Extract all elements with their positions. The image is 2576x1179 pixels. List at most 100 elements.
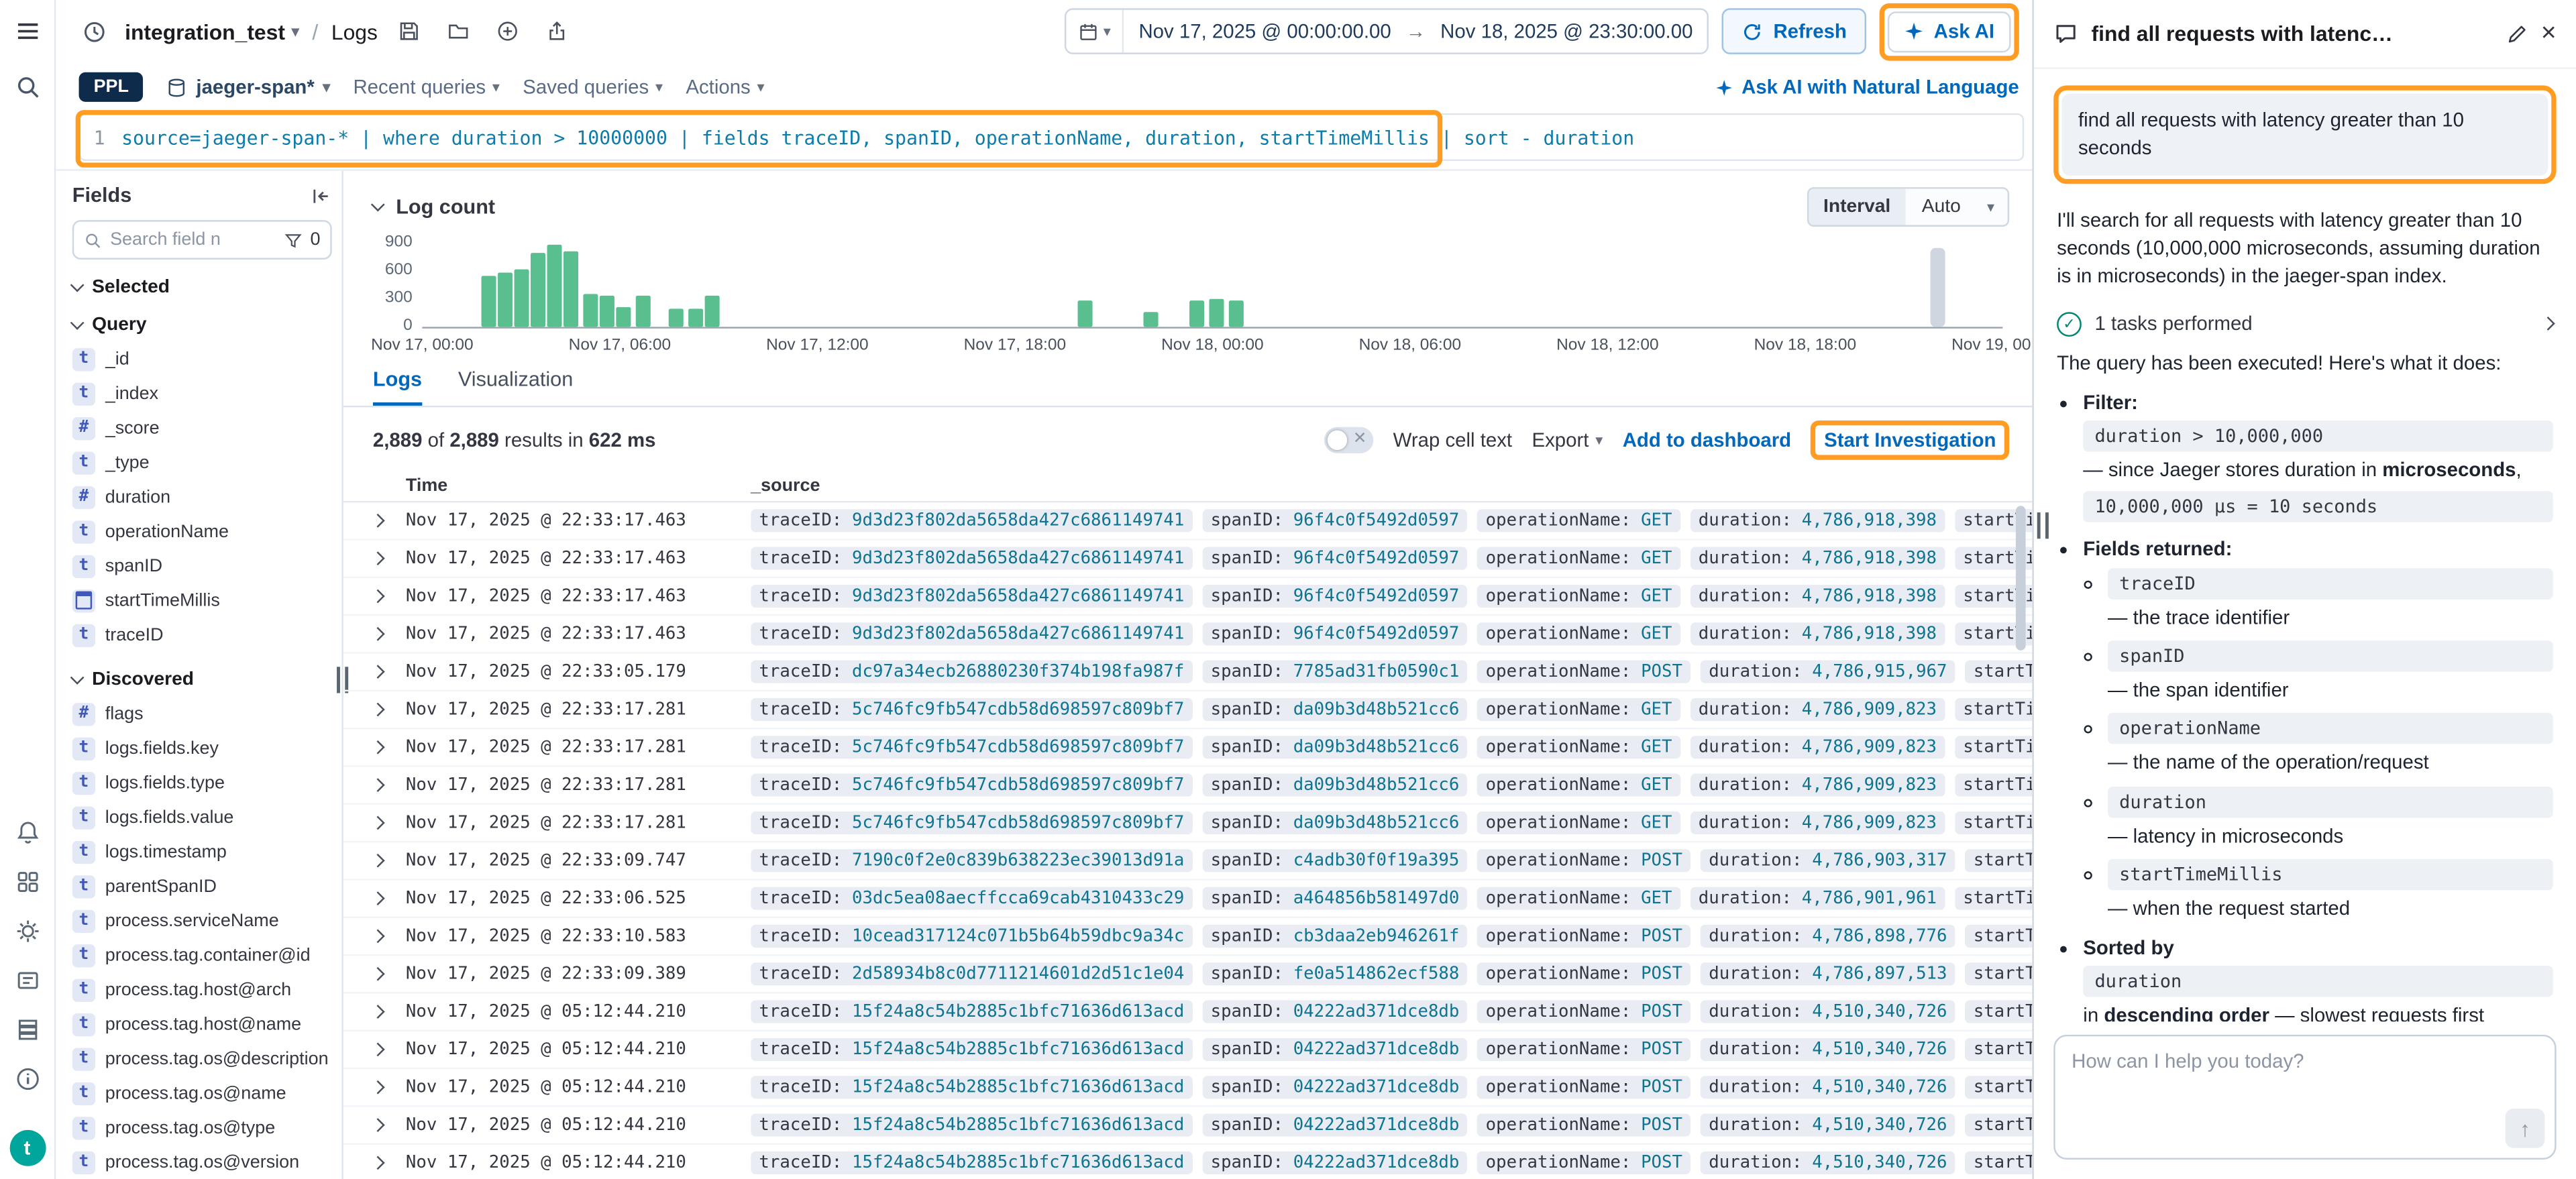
field-item[interactable]: tprocess.tag.container@id — [72, 938, 332, 972]
expand-row-icon[interactable] — [373, 893, 406, 903]
tab-logs[interactable]: Logs — [373, 368, 422, 406]
table-row[interactable]: Nov 17, 2025 @ 05:12:44.210traceID:15f24… — [343, 994, 2033, 1031]
expand-row-icon[interactable] — [373, 742, 406, 752]
table-row[interactable]: Nov 17, 2025 @ 05:12:44.210traceID:15f24… — [343, 1069, 2033, 1107]
dataset-selector[interactable]: jaeger-span* ▾ — [166, 76, 330, 99]
table-row[interactable]: Nov 17, 2025 @ 22:33:10.583traceID:10cea… — [343, 918, 2033, 956]
table-row[interactable]: Nov 17, 2025 @ 05:12:44.210traceID:15f24… — [343, 1107, 2033, 1145]
save-icon[interactable] — [391, 13, 427, 50]
table-scrollbar-thumb[interactable] — [2016, 506, 2026, 651]
table-row[interactable]: Nov 17, 2025 @ 05:12:44.210traceID:15f24… — [343, 1145, 2033, 1179]
table-row[interactable]: Nov 17, 2025 @ 22:33:09.747traceID:7190c… — [343, 842, 2033, 880]
ai-chat-input[interactable]: How can I help you today? ↑ — [2053, 1035, 2556, 1160]
query-language-selector[interactable]: PPL — [79, 72, 144, 102]
query-editor[interactable]: 1 source=jaeger-span-* | where duration … — [79, 113, 2025, 161]
export-button[interactable]: Export▾ — [1532, 429, 1603, 451]
calendar-icon[interactable]: ▾ — [1065, 10, 1124, 53]
close-panel-icon[interactable]: × — [2541, 21, 2557, 47]
field-item[interactable]: #duration — [72, 480, 332, 514]
expand-row-icon[interactable] — [373, 1158, 406, 1168]
recent-history-icon[interactable] — [76, 13, 112, 50]
recent-queries-button[interactable]: Recent queries ▾ — [353, 76, 500, 99]
open-folder-icon[interactable] — [440, 13, 476, 50]
field-item[interactable]: tprocess.tag.host@name — [72, 1007, 332, 1041]
field-item[interactable]: tprocess.serviceName — [72, 903, 332, 938]
field-item[interactable]: tprocess.tag.os@description — [72, 1042, 332, 1076]
new-item-icon[interactable] — [489, 13, 525, 50]
table-row[interactable]: Nov 17, 2025 @ 22:33:17.281traceID:5c746… — [343, 805, 2033, 842]
saved-queries-button[interactable]: Saved queries ▾ — [523, 76, 663, 99]
expand-row-icon[interactable] — [373, 1082, 406, 1092]
expand-row-icon[interactable] — [373, 1120, 406, 1130]
field-item[interactable]: #flags — [72, 696, 332, 730]
expand-row-icon[interactable] — [373, 780, 406, 790]
refresh-button[interactable]: Refresh — [1723, 8, 1867, 54]
workspace-selector[interactable]: integration_test ▾ — [125, 19, 299, 44]
field-item[interactable]: #_score — [72, 410, 332, 445]
field-item[interactable]: startTimeMillis — [72, 583, 332, 617]
table-row[interactable]: Nov 17, 2025 @ 22:33:09.389traceID:2d589… — [343, 956, 2033, 993]
expand-row-icon[interactable] — [373, 856, 406, 866]
bell-icon[interactable] — [12, 818, 42, 848]
expand-row-icon[interactable] — [373, 629, 406, 639]
expand-row-icon[interactable] — [373, 667, 406, 677]
send-message-button[interactable]: ↑ — [2506, 1109, 2545, 1148]
field-item[interactable]: tparentSpanID — [72, 869, 332, 903]
field-item[interactable]: tlogs.fields.key — [72, 731, 332, 765]
column-header-source[interactable]: _source — [751, 475, 820, 495]
field-item[interactable]: tprocess.tag.os@version — [72, 1145, 332, 1179]
search-icon[interactable] — [12, 72, 42, 102]
apps-grid-icon[interactable] — [12, 867, 42, 897]
ask-ai-button[interactable]: Ask AI — [1888, 11, 2010, 52]
field-item[interactable]: t_index — [72, 376, 332, 410]
ask-ai-natural-language-button[interactable]: Ask AI with Natural Language — [1715, 76, 2019, 99]
date-range-start[interactable]: Nov 17, 2025 @ 00:00:00.00 — [1124, 19, 1405, 42]
share-icon[interactable] — [539, 13, 575, 50]
table-row[interactable]: Nov 17, 2025 @ 22:33:17.281traceID:5c746… — [343, 729, 2033, 767]
field-search-input[interactable]: Search field n 0 — [72, 220, 332, 260]
menu-icon[interactable] — [12, 16, 42, 46]
field-item[interactable]: tlogs.fields.value — [72, 800, 332, 834]
settings-gear-icon[interactable] — [12, 917, 42, 946]
field-item[interactable]: toperationName — [72, 514, 332, 549]
query-text[interactable]: source=jaeger-span-* | where duration > … — [121, 125, 1634, 148]
info-icon[interactable] — [12, 1064, 42, 1094]
table-row[interactable]: Nov 17, 2025 @ 22:33:17.463traceID:9d3d2… — [343, 502, 2033, 540]
field-item[interactable]: tprocess.tag.os@type — [72, 1111, 332, 1145]
interval-select[interactable]: Auto ▾ — [1905, 189, 2007, 225]
field-item[interactable]: ttraceID — [72, 618, 332, 652]
add-to-dashboard-button[interactable]: Add to dashboard — [1623, 429, 1791, 451]
expand-row-icon[interactable] — [373, 553, 406, 563]
chevron-right-icon[interactable] — [2541, 317, 2555, 331]
start-investigation-button[interactable]: Start Investigation — [1824, 429, 1996, 451]
table-row[interactable]: Nov 17, 2025 @ 22:33:06.525traceID:03dc5… — [343, 881, 2033, 918]
expand-row-icon[interactable] — [373, 818, 406, 828]
edit-conversation-icon[interactable] — [2505, 22, 2528, 45]
date-range-end[interactable]: Nov 18, 2025 @ 23:30:00.00 — [1426, 19, 1707, 42]
field-section-query[interactable]: Query — [72, 315, 332, 335]
expand-row-icon[interactable] — [373, 516, 406, 526]
field-item[interactable]: tlogs.fields.type — [72, 765, 332, 799]
user-avatar[interactable]: t — [9, 1130, 45, 1166]
field-item[interactable]: tlogs.timestamp — [72, 834, 332, 868]
tab-visualization[interactable]: Visualization — [458, 368, 573, 406]
table-row[interactable]: Nov 17, 2025 @ 22:33:17.463traceID:9d3d2… — [343, 578, 2033, 616]
expand-row-icon[interactable] — [373, 705, 406, 715]
field-section-discovered[interactable]: Discovered — [72, 670, 332, 689]
table-row[interactable]: Nov 17, 2025 @ 22:33:05.179traceID:dc97a… — [343, 654, 2033, 691]
field-section-selected[interactable]: Selected — [72, 278, 332, 297]
table-row[interactable]: Nov 17, 2025 @ 22:33:17.463traceID:9d3d2… — [343, 616, 2033, 653]
field-item[interactable]: tprocess.tag.host@arch — [72, 972, 332, 1007]
field-item[interactable]: tprocess.tag.os@name — [72, 1076, 332, 1110]
ai-panel-resize-handle[interactable] — [2037, 512, 2049, 539]
field-item[interactable]: t_type — [72, 445, 332, 480]
filter-count-badge[interactable]: 0 — [311, 230, 321, 249]
tasks-performed-row[interactable]: ✓ 1 tasks performed — [2057, 312, 2553, 337]
table-row[interactable]: Nov 17, 2025 @ 22:33:17.281traceID:5c746… — [343, 767, 2033, 805]
expand-row-icon[interactable] — [373, 592, 406, 602]
column-header-time[interactable]: Time — [406, 475, 751, 495]
expand-row-icon[interactable] — [373, 969, 406, 979]
table-row[interactable]: Nov 17, 2025 @ 05:12:44.210traceID:15f24… — [343, 1031, 2033, 1069]
expand-row-icon[interactable] — [373, 1007, 406, 1017]
table-row[interactable]: Nov 17, 2025 @ 22:33:17.281traceID:5c746… — [343, 691, 2033, 729]
